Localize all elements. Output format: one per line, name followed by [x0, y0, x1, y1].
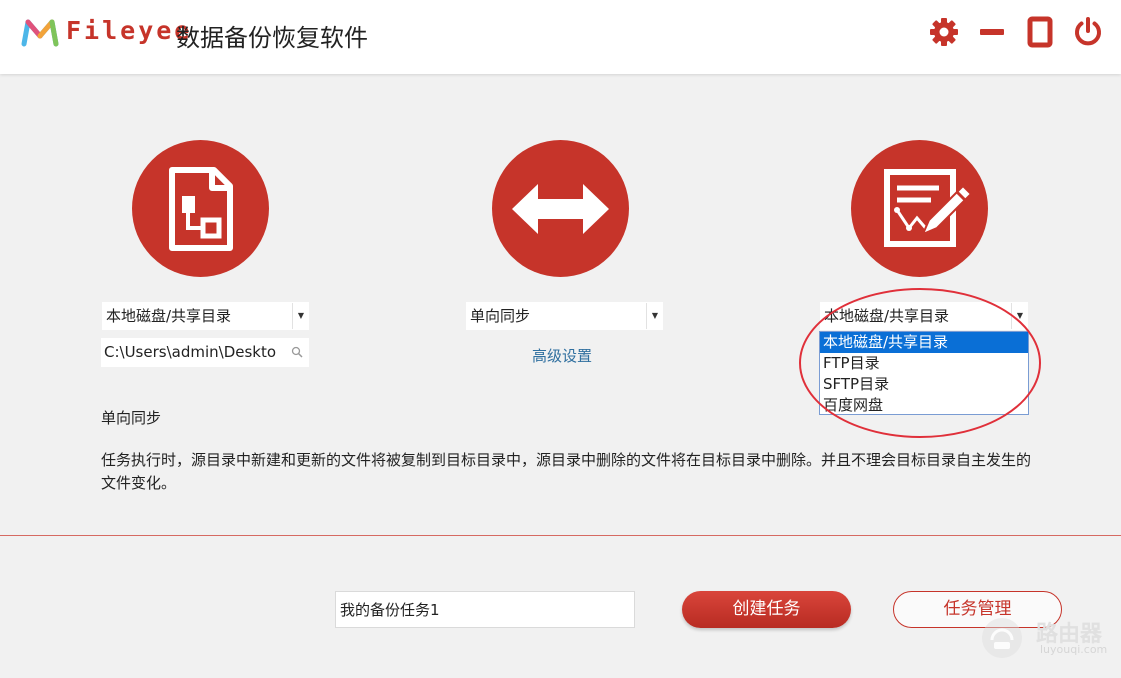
- advanced-settings-link[interactable]: 高级设置: [532, 345, 592, 366]
- minimize-icon[interactable]: [976, 16, 1008, 48]
- mode-title: 单向同步: [101, 409, 162, 427]
- chevron-down-icon[interactable]: ▼: [292, 303, 309, 329]
- power-icon[interactable]: [1072, 16, 1104, 48]
- fileyee-logo-icon: [21, 19, 59, 47]
- create-task-button[interactable]: 创建任务: [682, 591, 851, 628]
- settings-icon[interactable]: [928, 16, 960, 48]
- title-bar: Fileyee 数据备份恢复软件: [0, 0, 1121, 74]
- source-path-value: C:\Users\admin\Deskto: [104, 343, 277, 361]
- mode-description: 任务执行时，源目录中新建和更新的文件将被复制到目标目录中，源目录中删除的文件将在…: [101, 451, 1032, 492]
- document-icon: [169, 167, 233, 251]
- edit-document-icon: [884, 169, 973, 247]
- divider: [0, 535, 1121, 536]
- target-circle[interactable]: [851, 140, 988, 277]
- source-type-select[interactable]: 本地磁盘/共享目录 ▼: [101, 301, 310, 331]
- sync-mode-value: 单向同步: [470, 307, 531, 325]
- source-type-value: 本地磁盘/共享目录: [106, 307, 232, 325]
- search-icon[interactable]: [291, 346, 303, 358]
- app-title: 数据备份恢复软件: [176, 24, 368, 52]
- maximize-icon[interactable]: [1024, 16, 1056, 48]
- task-name-input[interactable]: [335, 591, 635, 628]
- brand-name: Fileyee: [66, 16, 193, 45]
- sync-circle[interactable]: [492, 140, 629, 277]
- source-path-input[interactable]: C:\Users\admin\Deskto: [101, 338, 309, 367]
- sync-mode-select[interactable]: 单向同步 ▼: [465, 301, 664, 331]
- watermark-url: luyouqi.com: [1040, 643, 1108, 656]
- source-circle[interactable]: [132, 140, 269, 277]
- bidirectional-arrow-icon: [512, 184, 609, 234]
- annotation-ellipse: [799, 288, 1041, 438]
- chevron-down-icon[interactable]: ▼: [646, 303, 663, 329]
